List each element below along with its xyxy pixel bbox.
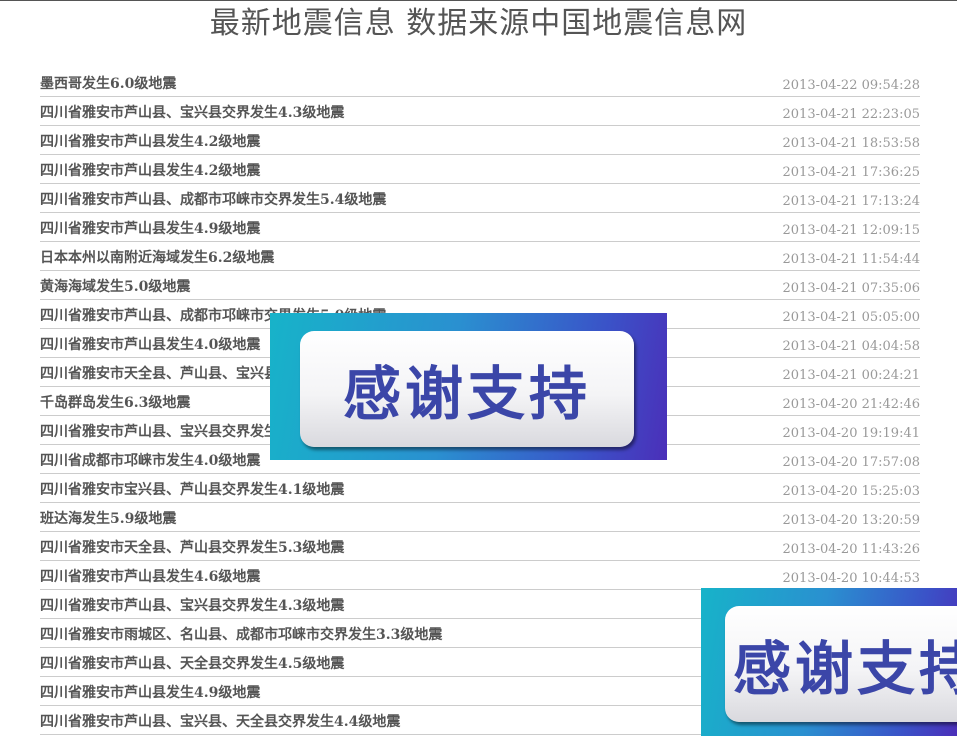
quake-row: 日本本州以南附近海域发生6.2级地震 2013-04-21 11:54:44 — [40, 242, 920, 271]
quake-title-link[interactable]: 班达海发生5.9级地震 — [40, 508, 176, 528]
quake-time: 2013-04-20 15:25:03 — [782, 484, 920, 499]
top-border — [0, 0, 957, 1]
quake-time: 2013-04-20 10:44:53 — [782, 571, 920, 586]
quake-title-link[interactable]: 墨西哥发生6.0级地震 — [40, 73, 176, 93]
quake-title-link[interactable]: 日本本州以南附近海域发生6.2级地震 — [40, 247, 274, 267]
quake-title-link[interactable]: 四川省成都市邛崃市发生4.0级地震 — [40, 450, 260, 470]
quake-row: 四川省雅安市宝兴县、芦山县交界发生4.1级地震 2013-04-20 15:25:… — [40, 474, 920, 503]
quake-row: 黄海海域发生5.0级地震 2013-04-21 07:35:06 — [40, 271, 920, 300]
quake-time: 2013-04-20 17:57:08 — [782, 455, 920, 470]
quake-title-link[interactable]: 黄海海域发生5.0级地震 — [40, 276, 190, 296]
quake-time: 2013-04-21 07:35:06 — [782, 281, 920, 296]
quake-time: 2013-04-21 17:13:24 — [782, 194, 920, 209]
quake-title-link[interactable]: 四川省雅安市芦山县、宝兴县、天全县交界发生4.4级地震 — [40, 711, 400, 731]
quake-title-link[interactable]: 四川省雅安市芦山县发生4.9级地震 — [40, 218, 260, 238]
thanks-banner-secondary-label: 感谢支持 — [725, 606, 957, 722]
quake-row: 四川省雅安市芦山县发生4.9级地震 2013-04-21 12:09:15 — [40, 213, 920, 242]
quake-time: 2013-04-20 21:42:46 — [782, 397, 920, 412]
quake-time: 2013-04-21 17:36:25 — [782, 165, 920, 180]
quake-time: 2013-04-21 12:09:15 — [782, 223, 920, 238]
quake-title-link[interactable]: 四川省雅安市芦山县发生4.2级地震 — [40, 160, 260, 180]
quake-row: 墨西哥发生6.0级地震 2013-04-22 09:54:28 — [40, 68, 920, 97]
quake-title-link[interactable]: 四川省雅安市芦山县、宝兴县交界发生4.3级地震 — [40, 102, 344, 122]
quake-title-link[interactable]: 四川省雅安市芦山县发生4.9级地震 — [40, 682, 260, 702]
thanks-banner-secondary[interactable]: 感谢支持 — [701, 588, 957, 736]
quake-time: 2013-04-21 22:23:05 — [782, 107, 920, 122]
thanks-banner-label: 感谢支持 — [300, 331, 634, 447]
quake-title-link[interactable]: 四川省雅安市天全县、芦山县交界发生5.3级地震 — [40, 537, 344, 557]
quake-time: 2013-04-22 09:54:28 — [782, 78, 920, 93]
quake-time: 2013-04-21 18:53:58 — [782, 136, 920, 151]
quake-row: 四川省雅安市天全县、芦山县交界发生5.3级地震 2013-04-20 11:43:… — [40, 532, 920, 561]
quake-row: 四川省雅安市芦山县、宝兴县交界发生4.3级地震 2013-04-21 22:23:… — [40, 97, 920, 126]
quake-title-link[interactable]: 四川省雅安市宝兴县、芦山县交界发生4.1级地震 — [40, 479, 344, 499]
thanks-banner[interactable]: 感谢支持 — [270, 313, 667, 460]
quake-time: 2013-04-21 11:54:44 — [782, 252, 920, 267]
quake-time: 2013-04-21 04:04:58 — [782, 339, 920, 354]
quake-title-link[interactable]: 四川省雅安市芦山县发生4.0级地震 — [40, 334, 260, 354]
page-title: 最新地震信息 数据来源中国地震信息网 — [209, 6, 748, 41]
quake-row: 班达海发生5.9级地震 2013-04-20 13:20:59 — [40, 503, 920, 532]
quake-title-link[interactable]: 四川省雅安市雨城区、名山县、成都市邛崃市交界发生3.3级地震 — [40, 624, 442, 644]
quake-row: 四川省雅安市芦山县发生4.2级地震 2013-04-21 17:36:25 — [40, 155, 920, 184]
quake-row: 四川省雅安市芦山县发生4.2级地震 2013-04-21 18:53:58 — [40, 126, 920, 155]
quake-time: 2013-04-20 11:43:26 — [782, 542, 920, 557]
quake-row: 四川省雅安市芦山县、成都市邛崃市交界发生5.4级地震 2013-04-21 17:… — [40, 184, 920, 213]
quake-title-link[interactable]: 四川省雅安市芦山县发生4.2级地震 — [40, 131, 260, 151]
quake-title-link[interactable]: 四川省雅安市芦山县发生4.6级地震 — [40, 566, 260, 586]
quake-title-link[interactable]: 四川省雅安市芦山县、天全县交界发生4.5级地震 — [40, 653, 344, 673]
quake-time: 2013-04-21 05:05:00 — [782, 310, 920, 325]
quake-time: 2013-04-20 13:20:59 — [782, 513, 920, 528]
quake-title-link[interactable]: 四川省雅安市芦山县、成都市邛崃市交界发生5.4级地震 — [40, 189, 386, 209]
quake-time: 2013-04-21 00:24:21 — [782, 368, 920, 383]
quake-row: 四川省雅安市芦山县发生4.6级地震 2013-04-20 10:44:53 — [40, 561, 920, 590]
quake-title-link[interactable]: 四川省雅安市芦山县、宝兴县交界发生4.3级地震 — [40, 595, 344, 615]
quake-time: 2013-04-20 19:19:41 — [782, 426, 920, 441]
quake-title-link[interactable]: 千岛群岛发生6.3级地震 — [40, 392, 190, 412]
